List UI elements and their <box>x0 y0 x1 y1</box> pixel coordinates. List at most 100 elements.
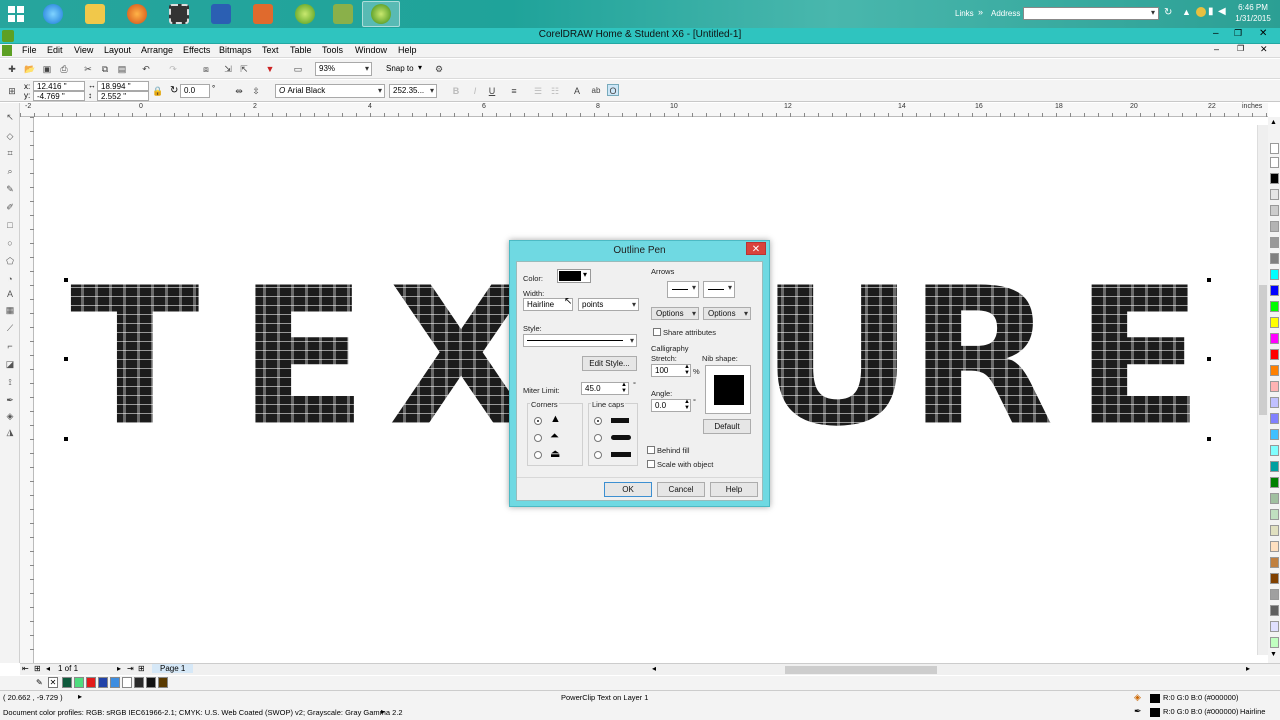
cut-icon[interactable]: ✂ <box>82 63 94 75</box>
palette-swatch[interactable] <box>1270 301 1279 312</box>
palette-swatch[interactable] <box>1270 269 1279 280</box>
underline-icon[interactable]: U <box>486 85 498 97</box>
document-swatch[interactable] <box>62 677 72 688</box>
cap-square-radio[interactable] <box>594 451 602 459</box>
publish-pdf-icon[interactable]: ▼ <box>264 63 276 75</box>
search-content-icon[interactable]: ⧈ <box>200 63 212 75</box>
selection-handle[interactable] <box>1207 357 1211 361</box>
menu-table[interactable]: Table <box>290 45 312 55</box>
connector-tool-icon[interactable]: ⌐ <box>4 340 16 352</box>
behind-fill-checkbox[interactable] <box>647 446 655 454</box>
x-position-input[interactable]: 12.416 " <box>33 81 85 91</box>
scale-with-object-checkbox[interactable] <box>647 460 655 468</box>
document-swatch[interactable] <box>74 677 84 688</box>
fill-tool-icon[interactable]: ◈ <box>4 410 16 422</box>
color-profiles[interactable]: Document color profiles: RGB: sRGB IEC61… <box>3 708 403 717</box>
close-icon[interactable]: ✕ <box>1259 28 1267 39</box>
doc-restore-icon[interactable]: ❐ <box>1237 44 1244 53</box>
zoom-level[interactable]: 93% <box>315 62 372 76</box>
dimension-tool-icon[interactable]: ⟋ <box>4 322 16 334</box>
undo-icon[interactable]: ↶ <box>140 63 152 75</box>
object-width-input[interactable]: 18.994 " <box>97 81 149 91</box>
document-swatch[interactable] <box>158 677 168 688</box>
first-page-icon[interactable]: ⇤ <box>22 664 29 673</box>
text-properties-icon[interactable]: A <box>571 85 583 97</box>
default-button[interactable]: Default <box>703 419 751 434</box>
menu-arrange[interactable]: Arrange <box>141 45 173 55</box>
nib-shape-preview[interactable] <box>705 365 751 414</box>
palette-swatch[interactable] <box>1270 253 1279 264</box>
pick-tool-icon[interactable]: ↖ <box>4 111 16 123</box>
outline-swatch[interactable] <box>1150 708 1160 717</box>
palette-swatch[interactable] <box>1270 237 1279 248</box>
doc-close-icon[interactable]: ✕ <box>1260 44 1268 55</box>
arrow-start-select[interactable] <box>667 281 699 298</box>
taskbar-ie[interactable] <box>34 1 72 27</box>
vertical-scroll-thumb[interactable] <box>1259 285 1267 415</box>
freehand-tool-icon[interactable]: ✎ <box>4 183 16 195</box>
fill-swatch[interactable] <box>1150 694 1160 703</box>
palette-swatch[interactable] <box>1270 461 1279 472</box>
menu-layout[interactable]: Layout <box>104 45 131 55</box>
no-color-swatch[interactable] <box>1270 143 1279 154</box>
last-page-icon[interactable]: ⇥ <box>127 664 134 673</box>
page-tab[interactable]: Page 1 <box>152 664 194 673</box>
arrow-end-select[interactable] <box>703 281 735 298</box>
palette-swatch[interactable] <box>1270 493 1279 504</box>
share-attributes-checkbox[interactable] <box>653 328 661 336</box>
rotation-input[interactable]: 0.0 <box>180 84 210 98</box>
no-color-doc-swatch[interactable]: ✕ <box>48 677 58 688</box>
new-icon[interactable]: ✚ <box>6 63 18 75</box>
document-swatch[interactable] <box>134 677 144 688</box>
redo-icon[interactable]: ↷ <box>167 63 179 75</box>
taskbar-corel2[interactable] <box>324 1 362 27</box>
options-right-button[interactable]: Options <box>703 307 751 320</box>
palette-swatch[interactable] <box>1270 381 1279 392</box>
vertical-scrollbar[interactable] <box>1257 125 1268 655</box>
help-button[interactable]: Help <box>710 482 758 497</box>
clock[interactable]: 6:46 PM 1/31/2015 <box>1230 2 1276 24</box>
start-button[interactable] <box>0 1 32 27</box>
width-unit-select[interactable]: points <box>578 298 639 311</box>
next-page-icon[interactable]: ▸ <box>117 664 121 673</box>
profiles-arrow-icon[interactable]: ▸ <box>381 707 385 716</box>
eyedropper-doc-icon[interactable]: ✎ <box>36 678 43 687</box>
cancel-button[interactable]: Cancel <box>657 482 705 497</box>
palette-swatch[interactable] <box>1270 541 1279 552</box>
palette-swatch[interactable] <box>1270 317 1279 328</box>
cap-butt-radio[interactable] <box>594 417 602 425</box>
outline-pen-icon[interactable]: ✒ <box>4 394 16 406</box>
paste-icon[interactable]: ▤ <box>116 63 128 75</box>
palette-swatch[interactable] <box>1270 189 1279 200</box>
palette-swatch[interactable] <box>1270 205 1279 216</box>
eyedropper-icon[interactable]: ⟟ <box>4 376 16 388</box>
volume-icon[interactable]: ◀ <box>1218 6 1226 17</box>
miter-spinner-icon[interactable]: ▲ ▼ <box>621 382 627 394</box>
tray-chevron-icon[interactable]: ▲ <box>1182 7 1191 17</box>
horizontal-scroll-thumb[interactable] <box>785 666 937 674</box>
table-tool-icon[interactable]: ▦ <box>4 304 16 316</box>
palette-swatch[interactable] <box>1270 349 1279 360</box>
document-swatch[interactable] <box>86 677 96 688</box>
copy-icon[interactable]: ⧉ <box>99 63 111 75</box>
mirror-vertical-icon[interactable]: ⇳ <box>250 85 262 97</box>
palette-swatch[interactable] <box>1270 589 1279 600</box>
tray-app-icon[interactable] <box>1196 7 1206 17</box>
restore-icon[interactable]: ❐ <box>1234 28 1242 39</box>
import-icon[interactable]: ⇲ <box>222 63 234 75</box>
menu-bitmaps[interactable]: Bitmaps <box>219 45 252 55</box>
vertical-ruler[interactable] <box>20 117 34 663</box>
y-position-input[interactable]: -4.769 " <box>33 91 85 101</box>
scroll-left-icon[interactable]: ◂ <box>652 664 656 673</box>
taskbar-corel-active[interactable] <box>362 1 400 27</box>
save-icon[interactable]: ▣ <box>41 63 53 75</box>
palette-scroll-up-icon[interactable]: ▲ <box>1270 119 1277 126</box>
refresh-icon[interactable]: ↻ <box>1164 7 1172 18</box>
blend-tool-icon[interactable]: ◪ <box>4 358 16 370</box>
taskbar-explorer[interactable] <box>76 1 114 27</box>
selection-handle[interactable] <box>64 357 68 361</box>
palette-scroll-down-icon[interactable]: ▼ <box>1270 651 1277 658</box>
menu-text[interactable]: Text <box>262 45 279 55</box>
address-input[interactable] <box>1023 7 1159 20</box>
minimize-icon[interactable]: – <box>1213 28 1219 39</box>
